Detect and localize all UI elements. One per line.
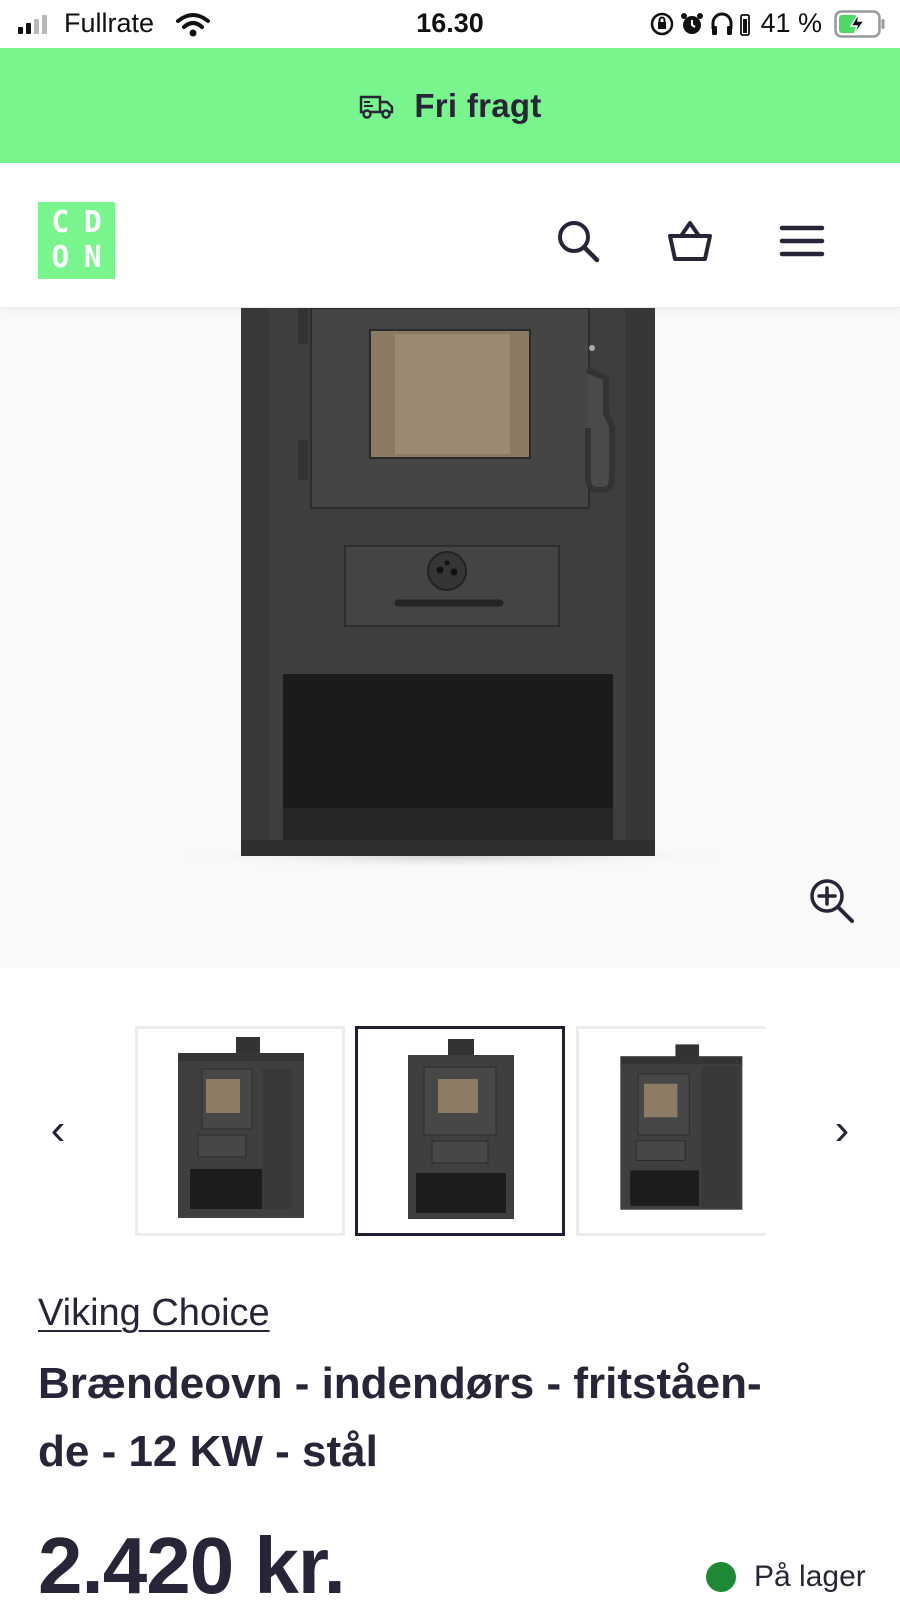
thumbnail-1[interactable]: [135, 1026, 345, 1236]
zoom-button[interactable]: [806, 875, 858, 927]
free-shipping-banner: Fri fragt: [0, 48, 900, 163]
battery-percentage: 41 %: [760, 8, 822, 38]
logo-letter: O: [51, 240, 70, 276]
brand-link[interactable]: Viking Choice: [38, 1292, 270, 1335]
search-icon: [558, 221, 600, 263]
logo-letter: D: [83, 204, 102, 240]
product-title-line: de - 12 KW - stål: [38, 1427, 378, 1476]
product-title: Brændeovn - indendørs - fritståen- de - …: [38, 1350, 868, 1486]
delivery-truck-icon: [360, 95, 394, 119]
alarm-icon: [681, 12, 704, 34]
wood-stove-image: [160, 308, 740, 870]
headphones-icon: [711, 12, 733, 35]
stock-status: På lager: [706, 1560, 866, 1594]
zoom-in-icon: [810, 879, 854, 923]
next-image-button[interactable]: ›: [822, 1105, 862, 1155]
basket-button[interactable]: [660, 211, 720, 271]
thumbnail-2[interactable]: [355, 1026, 565, 1236]
logo-letter: N: [83, 240, 102, 276]
thumbnail-3[interactable]: [576, 1026, 766, 1236]
promo-text: Fri fragt: [414, 86, 542, 124]
status-bar: Fullrate 16.30 41 %: [0, 0, 900, 48]
menu-icon: [779, 225, 825, 257]
product-price: 2.420 kr.: [38, 1521, 346, 1600]
orientation-lock-icon: [651, 12, 674, 35]
logo-letter: C: [51, 204, 70, 240]
thumbnail-stove-image: [178, 1037, 304, 1218]
headphone-battery-icon: [740, 13, 751, 36]
previous-image-button[interactable]: ‹: [38, 1105, 78, 1155]
product-main-image[interactable]: [0, 308, 900, 968]
product-title-line: Brændeovn - indendørs - fritståen-: [38, 1359, 762, 1408]
menu-button[interactable]: [772, 211, 832, 271]
site-header: C D O N: [0, 163, 900, 308]
stock-status-text: På lager: [754, 1560, 866, 1593]
search-button[interactable]: [548, 211, 608, 271]
basket-icon: [668, 221, 712, 261]
cdon-logo[interactable]: C D O N: [38, 202, 115, 279]
thumbnail-stove-image: [620, 1044, 743, 1210]
in-stock-indicator-icon: [706, 1562, 736, 1592]
thumbnail-stove-image: [408, 1039, 514, 1219]
battery-charging-icon: [834, 9, 885, 38]
